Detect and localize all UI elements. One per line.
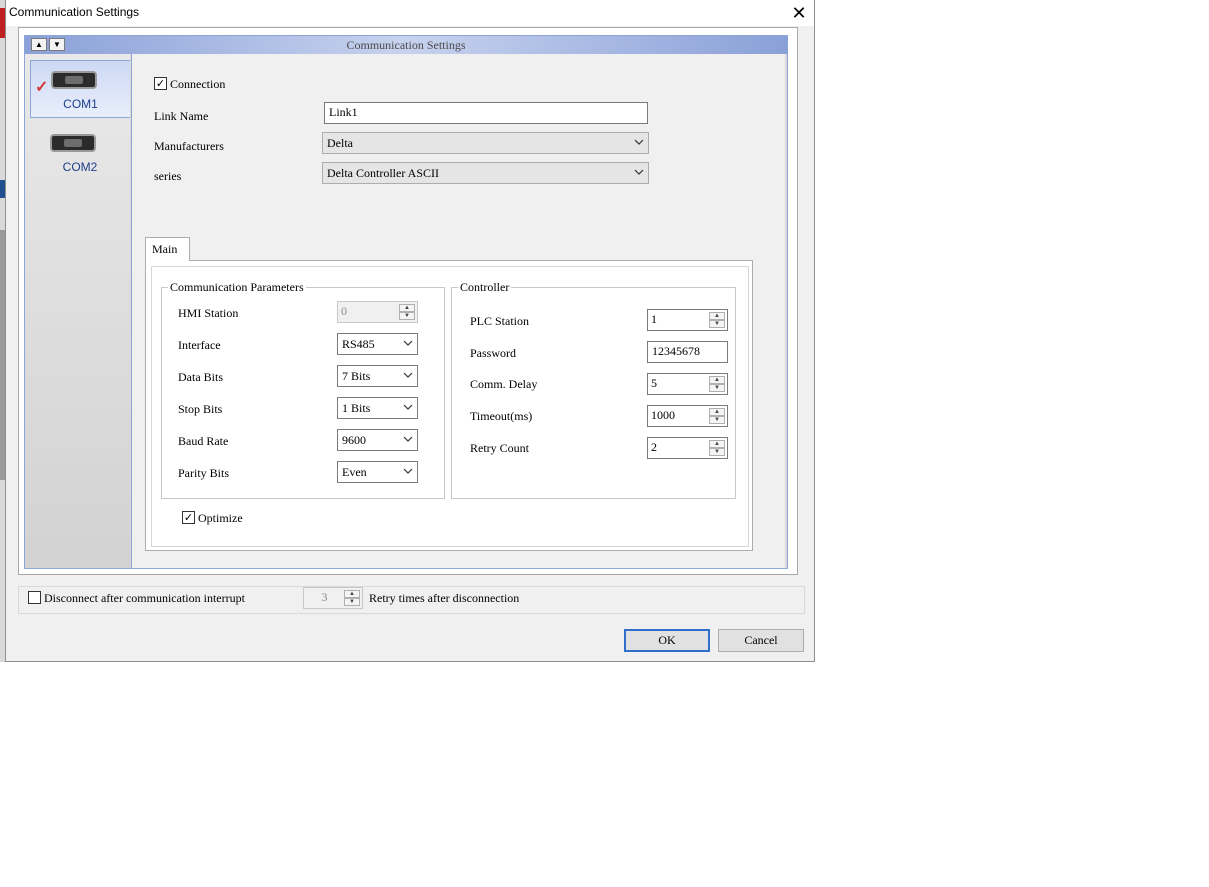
- chevron-down-icon: [403, 436, 413, 442]
- data-bits-value: 7 Bits: [342, 369, 371, 383]
- panel-header: ▲ ▼ Communication Settings: [25, 36, 787, 54]
- optimize-checkbox[interactable]: ✓: [182, 511, 195, 524]
- checkmark-icon: ✓: [35, 79, 49, 96]
- cancel-button[interactable]: Cancel: [718, 629, 804, 652]
- retry-times-stepper[interactable]: 3 ▲ ▼: [303, 587, 363, 609]
- comm-delay-value: 5: [651, 376, 657, 390]
- tab-main[interactable]: Main: [145, 237, 190, 261]
- manufacturers-value: Delta: [327, 136, 353, 150]
- port-label: COM1: [63, 97, 98, 111]
- panel-title: Communication Settings: [346, 38, 466, 52]
- stepper-up-icon[interactable]: ▲: [709, 312, 725, 320]
- stop-bits-select[interactable]: 1 Bits: [337, 397, 418, 419]
- disconnect-label: Disconnect after communication interrupt: [44, 591, 245, 605]
- stop-bits-value: 1 Bits: [342, 401, 371, 415]
- timeout-stepper[interactable]: 1000 ▲ ▼: [647, 405, 728, 427]
- port-label: COM2: [62, 160, 98, 174]
- stepper-up-icon[interactable]: ▲: [709, 376, 725, 384]
- interface-select[interactable]: RS485: [337, 333, 418, 355]
- stepper-down-icon[interactable]: ▼: [709, 448, 725, 456]
- controller-title: Controller: [458, 280, 512, 295]
- retry-times-value: 3: [321, 590, 328, 604]
- port-item-com2[interactable]: COM2: [30, 124, 130, 182]
- stepper-down-icon[interactable]: ▼: [344, 598, 360, 606]
- interface-value: RS485: [342, 337, 375, 351]
- parity-bits-value: Even: [342, 465, 367, 479]
- port-list: ✓ COM1 COM2: [25, 54, 130, 568]
- stepper-up-icon[interactable]: ▲: [399, 304, 415, 312]
- parity-bits-select[interactable]: Even: [337, 461, 418, 483]
- hmi-station-value: 0: [341, 304, 347, 318]
- connection-checkbox[interactable]: ✓: [154, 77, 167, 90]
- password-label: Password: [470, 346, 517, 360]
- comm-delay-stepper[interactable]: 5 ▲ ▼: [647, 373, 728, 395]
- comm-delay-label: Comm. Delay: [470, 377, 538, 391]
- manufacturers-select[interactable]: Delta: [322, 132, 649, 154]
- window-title: Communication Settings: [9, 5, 140, 19]
- stepper-down-icon[interactable]: ▼: [709, 384, 725, 392]
- series-select[interactable]: Delta Controller ASCII: [322, 162, 649, 184]
- series-label: series: [154, 169, 182, 183]
- close-icon[interactable]: ✕: [784, 0, 814, 26]
- stepper-down-icon[interactable]: ▼: [709, 416, 725, 424]
- port-item-com1[interactable]: ✓ COM1: [30, 60, 130, 118]
- data-bits-select[interactable]: 7 Bits: [337, 365, 418, 387]
- chevron-down-icon: [403, 404, 413, 410]
- plc-station-value: 1: [651, 312, 657, 326]
- title-bar: Communication Settings ✕: [6, 0, 814, 26]
- hmi-station-stepper[interactable]: 0 ▲ ▼: [337, 301, 418, 323]
- optimize-label: Optimize: [198, 511, 243, 525]
- chevron-down-icon: [634, 139, 644, 145]
- retry-count-stepper[interactable]: 2 ▲ ▼: [647, 437, 728, 459]
- interface-label: Interface: [178, 338, 221, 352]
- retry-count-label: Retry Count: [470, 441, 529, 455]
- data-bits-label: Data Bits: [178, 370, 223, 384]
- serial-port-icon: [51, 71, 97, 89]
- comm-params-title: Communication Parameters: [168, 280, 306, 295]
- password-input[interactable]: 12345678: [647, 341, 728, 363]
- stepper-up-icon[interactable]: ▲: [709, 440, 725, 448]
- stepper-down-icon[interactable]: ▼: [399, 312, 415, 320]
- plc-station-stepper[interactable]: 1 ▲ ▼: [647, 309, 728, 331]
- baud-rate-value: 9600: [342, 433, 366, 447]
- series-value: Delta Controller ASCII: [327, 166, 439, 180]
- stepper-down-icon[interactable]: ▼: [709, 320, 725, 328]
- hmi-station-label: HMI Station: [178, 306, 239, 320]
- manufacturers-label: Manufacturers: [154, 139, 224, 153]
- connection-label: Connection: [170, 77, 226, 91]
- stepper-up-icon[interactable]: ▲: [344, 590, 360, 598]
- link-name-input[interactable]: Link1: [324, 102, 648, 124]
- baud-rate-label: Baud Rate: [178, 434, 229, 448]
- link-name-label: Link Name: [154, 109, 209, 123]
- serial-port-icon: [50, 134, 96, 152]
- stop-bits-label: Stop Bits: [178, 402, 223, 416]
- chevron-down-icon: [403, 468, 413, 474]
- retry-times-label: Retry times after disconnection: [369, 591, 520, 605]
- parity-bits-label: Parity Bits: [178, 466, 230, 480]
- stepper-up-icon[interactable]: ▲: [709, 408, 725, 416]
- disconnect-checkbox[interactable]: [28, 591, 41, 604]
- timeout-value: 1000: [651, 408, 675, 422]
- chevron-down-icon: [403, 340, 413, 346]
- ok-button[interactable]: OK: [624, 629, 710, 652]
- timeout-label: Timeout(ms): [470, 409, 533, 423]
- chevron-down-icon: [403, 372, 413, 378]
- baud-rate-select[interactable]: 9600: [337, 429, 418, 451]
- retry-count-value: 2: [651, 440, 657, 454]
- chevron-down-icon: [634, 169, 644, 175]
- plc-station-label: PLC Station: [470, 314, 530, 328]
